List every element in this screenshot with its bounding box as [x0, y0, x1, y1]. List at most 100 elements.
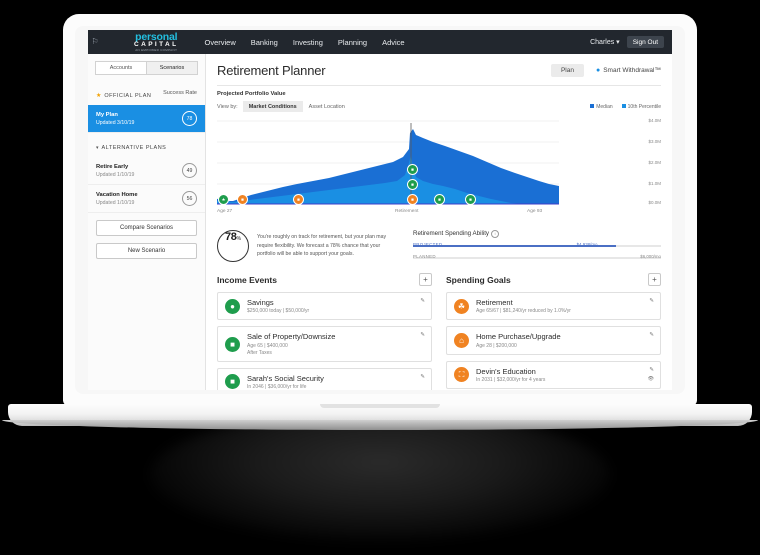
- chart-marker-home-icon[interactable]: ■: [237, 194, 248, 205]
- plan-score-badge: 56: [182, 191, 197, 206]
- spending-bar-projected: PROJECTED $4,938/mo: [413, 242, 661, 250]
- legend-item-10th-percentile: 10th Percentile: [621, 103, 661, 110]
- plan-name: Retire Early: [96, 164, 129, 171]
- sidebar-plan-vacation-home[interactable]: Vacation Home Updated 1/10/19 56: [88, 185, 205, 213]
- new-scenario-button[interactable]: New Scenario: [96, 243, 197, 259]
- projected-label: PROJECTED: [413, 242, 443, 247]
- chart-marker-savings-icon[interactable]: ★: [218, 194, 229, 205]
- main-content: Retirement Planner Plan ● Smart Withdraw…: [206, 54, 672, 390]
- sidebar-tab-group: Accounts Scenarios: [95, 61, 198, 75]
- income-event-card[interactable]: ■ Sale of Property/Downsize Age 65 | $40…: [217, 326, 432, 362]
- card-detail: In 2031 | $32,000/yr for 4 years: [476, 377, 546, 384]
- card-title: Savings: [247, 298, 274, 307]
- chart-marker-social-security-icon[interactable]: ■: [407, 179, 418, 190]
- spending-goal-card[interactable]: ☘ Retirement Age 65/67 | $81,240/yr redu…: [446, 292, 661, 321]
- plan-updated: Updated 1/10/19: [96, 199, 135, 206]
- projected-value: $4,938/mo: [576, 242, 598, 247]
- chart-marker-pension-icon[interactable]: ■: [434, 194, 445, 205]
- legend-item-median: Median: [590, 103, 613, 110]
- view-option-asset-location[interactable]: Asset Location: [303, 101, 351, 112]
- card-title: Sale of Property/Downsize: [247, 332, 336, 342]
- plan-name: Vacation Home: [96, 192, 138, 199]
- x-tick-label-retirement: Retirement: [395, 209, 419, 214]
- portfolio-chart[interactable]: $4.0M $3.0M $2.0M $1.0M $0.0M Age 27 Ret…: [217, 115, 661, 220]
- sidebar-plan-retire-early[interactable]: Retire Early Updated 1/10/19 49: [88, 157, 205, 185]
- plan-updated: Updated 3/10/19: [96, 119, 135, 126]
- add-spending-goal-button[interactable]: +: [648, 273, 661, 286]
- plan-score-badge: 78: [182, 111, 197, 126]
- laptop-base-lip: [2, 420, 758, 430]
- x-tick-label-end: Age 93: [527, 209, 543, 214]
- compare-scenarios-button[interactable]: Compare Scenarios: [96, 220, 197, 236]
- chart-svg: [217, 120, 559, 205]
- plan-score-badge: 49: [182, 163, 197, 178]
- y-tick-label: $4.0M: [648, 118, 661, 123]
- edit-icon[interactable]: ✎: [420, 374, 425, 380]
- planned-value: $6,000/mo: [640, 254, 661, 259]
- y-tick-label: $3.0M: [648, 139, 661, 144]
- app-screen: ⚐ personal CAPITAL AN EMPOWER COMPANY Ov…: [88, 30, 672, 390]
- retirement-spending-ability: Retirement Spending Ability i PROJECTED $…: [413, 230, 661, 262]
- planned-label: PLANNED: [413, 254, 436, 259]
- chart-marker-property-icon[interactable]: ■: [407, 164, 418, 175]
- nav-item-investing[interactable]: Investing: [293, 38, 323, 47]
- edit-icon[interactable]: ✎: [420, 332, 425, 338]
- alternative-plans-section-header[interactable]: ▾ ALTERNATIVE PLANS: [88, 133, 205, 157]
- card-detail: Age 28 | $200,000: [476, 342, 517, 349]
- alternative-plans-label: ALTERNATIVE PLANS: [101, 145, 167, 151]
- success-rate-label: Success Rate: [163, 90, 197, 96]
- sign-out-button[interactable]: Sign Out: [626, 36, 664, 48]
- edit-icon[interactable]: ✎: [649, 298, 654, 304]
- spending-goal-card[interactable]: ⌂ Home Purchase/Upgrade Age 28 | $200,00…: [446, 326, 661, 355]
- sidebar-plan-my-plan[interactable]: My Plan Updated 3/10/19 78: [88, 105, 205, 133]
- plan-button[interactable]: Plan: [550, 64, 584, 77]
- income-event-card[interactable]: ● Savings $250,000 today | $50,000/yr ✎: [217, 292, 432, 321]
- card-detail: Age 65 | $400,000: [247, 342, 288, 349]
- logo-tagline: AN EMPOWER COMPANY: [135, 48, 178, 52]
- spending-goals-column: Spending Goals + ☘ Retirement Age 65/67 …: [446, 273, 661, 390]
- savings-icon: ●: [225, 298, 240, 314]
- education-icon: ⛶: [454, 367, 469, 383]
- events-columns: Income Events + ● Savings $250,000 today…: [217, 273, 661, 390]
- top-navigation-bar: ⚐ personal CAPITAL AN EMPOWER COMPANY Ov…: [88, 30, 672, 54]
- flag-icon[interactable]: ⚐: [88, 38, 102, 46]
- main-nav-links: Overview Banking Investing Planning Advi…: [204, 38, 404, 47]
- smart-withdrawal-link[interactable]: ● Smart Withdrawal™: [596, 67, 661, 74]
- summary-row: 78% You're roughly on track for retireme…: [217, 230, 661, 262]
- personal-capital-logo[interactable]: personal CAPITAL AN EMPOWER COMPANY: [134, 32, 178, 52]
- nav-item-advice[interactable]: Advice: [382, 38, 405, 47]
- user-menu[interactable]: Charles ▾: [590, 38, 620, 46]
- location-pin-icon: ●: [595, 67, 601, 74]
- view-option-market-conditions[interactable]: Market Conditions: [242, 101, 303, 112]
- chevron-down-icon: ▾: [96, 145, 99, 151]
- income-event-card[interactable]: ■ Sarah's Social Security In 2046 | $36,…: [217, 367, 432, 390]
- nav-item-overview[interactable]: Overview: [204, 38, 235, 47]
- retirement-score: 78% You're roughly on track for retireme…: [217, 230, 399, 262]
- visibility-icon[interactable]: 👁: [648, 376, 654, 382]
- page-title: Retirement Planner: [217, 63, 326, 78]
- score-unit: %: [236, 236, 242, 242]
- chart-marker-retirement-icon[interactable]: ■: [407, 194, 418, 205]
- spending-goals-header: Spending Goals +: [446, 273, 661, 286]
- header-divider: [217, 85, 661, 86]
- chart-marker-education-icon[interactable]: ■: [293, 194, 304, 205]
- card-title: Devin's Education: [476, 366, 536, 376]
- chart-marker-income-icon[interactable]: ■: [465, 194, 476, 205]
- spending-goal-card[interactable]: ⛶ Devin's Education In 2031 | $32,000/yr…: [446, 360, 661, 390]
- add-income-event-button[interactable]: +: [419, 273, 432, 286]
- nav-item-banking[interactable]: Banking: [251, 38, 278, 47]
- edit-icon[interactable]: ✎: [649, 332, 654, 338]
- edit-icon[interactable]: ✎: [420, 298, 425, 304]
- tab-scenarios[interactable]: Scenarios: [146, 61, 198, 75]
- chart-y-axis: $4.0M $3.0M $2.0M $1.0M $0.0M: [635, 115, 661, 207]
- view-by-row: View by: Market Conditions Asset Locatio…: [217, 101, 661, 112]
- nav-item-planning[interactable]: Planning: [338, 38, 367, 47]
- info-icon[interactable]: i: [491, 230, 500, 238]
- card-title: Sarah's Social Security: [247, 373, 324, 383]
- edit-icon[interactable]: ✎: [649, 367, 654, 373]
- chart-caption: Projected Portfolio Value: [217, 91, 286, 97]
- card-detail-2: After Taxes: [247, 349, 272, 356]
- spending-ability-title: Retirement Spending Ability i: [413, 230, 661, 238]
- y-tick-label: $1.0M: [648, 181, 661, 186]
- tab-accounts[interactable]: Accounts: [95, 61, 146, 75]
